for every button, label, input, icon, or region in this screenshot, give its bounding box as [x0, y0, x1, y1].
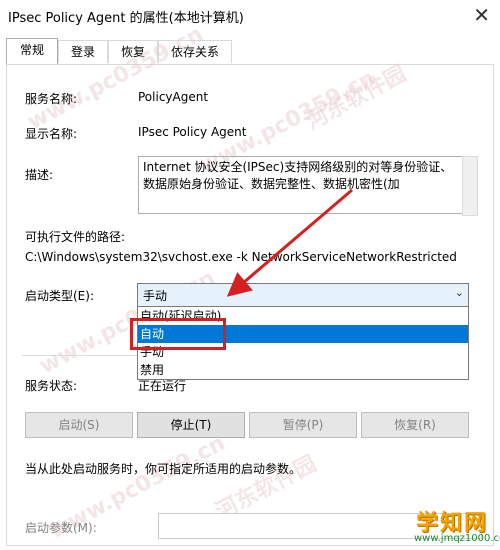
chevron-down-icon[interactable]: ⌄ — [455, 286, 464, 299]
divider — [22, 355, 142, 356]
title-bar: IPsec Policy Agent 的属性(本地计算机) ✕ — [0, 0, 500, 30]
exe-path-label: 可执行文件的路径: — [25, 230, 126, 244]
window-title: IPsec Policy Agent 的属性(本地计算机) — [8, 11, 244, 26]
description-label: 描述: — [25, 168, 54, 182]
description-box[interactable]: Internet 协议安全(IPSec)支持网络级别的对等身份验证、数据原始身份… — [138, 156, 466, 214]
start-params-label: 启动参数(M): — [25, 521, 97, 535]
close-icon[interactable]: ✕ — [473, 3, 490, 27]
service-status-value: 正在运行 — [138, 379, 187, 393]
startup-type-label: 启动类型(E): — [25, 289, 94, 303]
tab-general[interactable]: 常规 — [6, 38, 58, 64]
tab-logon[interactable]: 登录 — [58, 40, 108, 63]
option-disabled[interactable]: 禁用 — [138, 361, 468, 379]
service-name-value: PolicyAgent — [138, 90, 209, 104]
highlight-box — [130, 318, 226, 350]
pause-button[interactable]: 暂停(P) — [249, 412, 357, 438]
display-name-value: IPsec Policy Agent — [138, 125, 247, 139]
start-params-hint: 当从此处启动服务时，你可指定所适用的启动参数。 — [25, 462, 302, 476]
display-name-label: 显示名称: — [25, 127, 78, 141]
site-logo: 学知网 www.jmqz1000.com — [412, 503, 500, 547]
startup-type-selected: 手动 — [143, 289, 168, 303]
exe-path-value: C:\Windows\system32\svchost.exe -k Netwo… — [25, 250, 457, 264]
service-status-label: 服务状态: — [25, 379, 78, 393]
start-button[interactable]: 启动(S) — [25, 412, 133, 438]
logo-url: www.jmqz1000.com — [414, 533, 500, 544]
description-scrollbar[interactable] — [462, 156, 478, 216]
service-name-label: 服务名称: — [25, 92, 78, 106]
stop-button[interactable]: 停止(T) — [137, 412, 245, 438]
startup-type-select[interactable]: 手动 ⌄ — [137, 283, 469, 307]
resume-button[interactable]: 恢复(R) — [361, 412, 469, 438]
